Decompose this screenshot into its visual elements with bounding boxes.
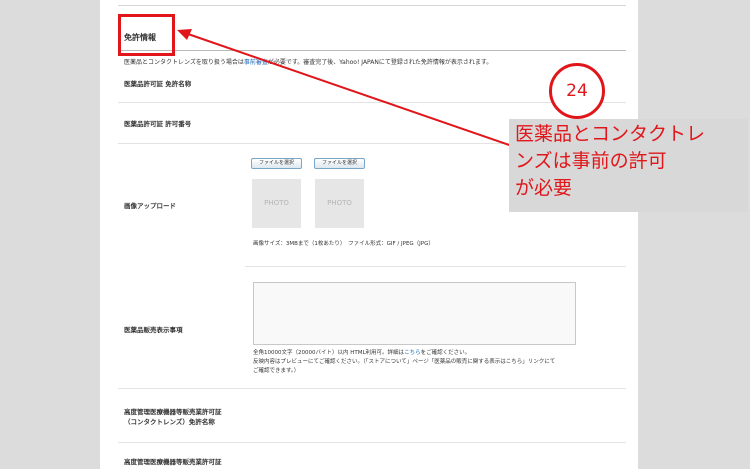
callout-line: ンズは事前の許可 bbox=[515, 150, 667, 172]
step-number-badge: 24 bbox=[549, 63, 605, 119]
callout-line: が必要 bbox=[515, 177, 573, 199]
callout-line: 医薬品とコンタクトレ bbox=[515, 123, 706, 145]
annotation-arrow bbox=[177, 29, 513, 147]
callout-box: 医薬品とコンタクトレ ンズは事前の許可 が必要 bbox=[509, 119, 748, 212]
